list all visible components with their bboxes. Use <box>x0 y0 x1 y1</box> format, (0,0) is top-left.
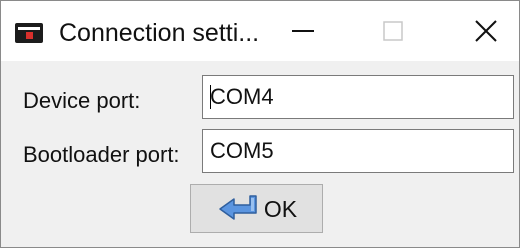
device-port-field[interactable] <box>202 75 514 119</box>
close-icon <box>475 20 497 42</box>
title-bar[interactable]: Connection setti... <box>1 1 519 61</box>
minimize-icon <box>292 29 314 33</box>
text-caret <box>210 85 211 109</box>
app-icon-bar <box>18 27 40 30</box>
enter-arrow-icon <box>216 193 262 225</box>
ok-button[interactable]: OK <box>190 184 323 233</box>
connection-settings-dialog: Connection setti... Device port: Bootloa… <box>0 0 520 248</box>
minimize-button[interactable] <box>273 1 333 61</box>
bootloader-port-field[interactable] <box>202 129 514 173</box>
bootloader-port-label: Bootloader port: <box>23 142 180 167</box>
ok-button-label: OK <box>263 195 298 222</box>
app-icon-dot <box>26 32 33 39</box>
close-button[interactable] <box>456 1 516 61</box>
maximize-icon <box>383 21 403 41</box>
device-port-label: Device port: <box>23 88 141 113</box>
app-icon <box>15 23 43 43</box>
maximize-button <box>363 1 423 61</box>
window-title: Connection setti... <box>59 19 260 47</box>
